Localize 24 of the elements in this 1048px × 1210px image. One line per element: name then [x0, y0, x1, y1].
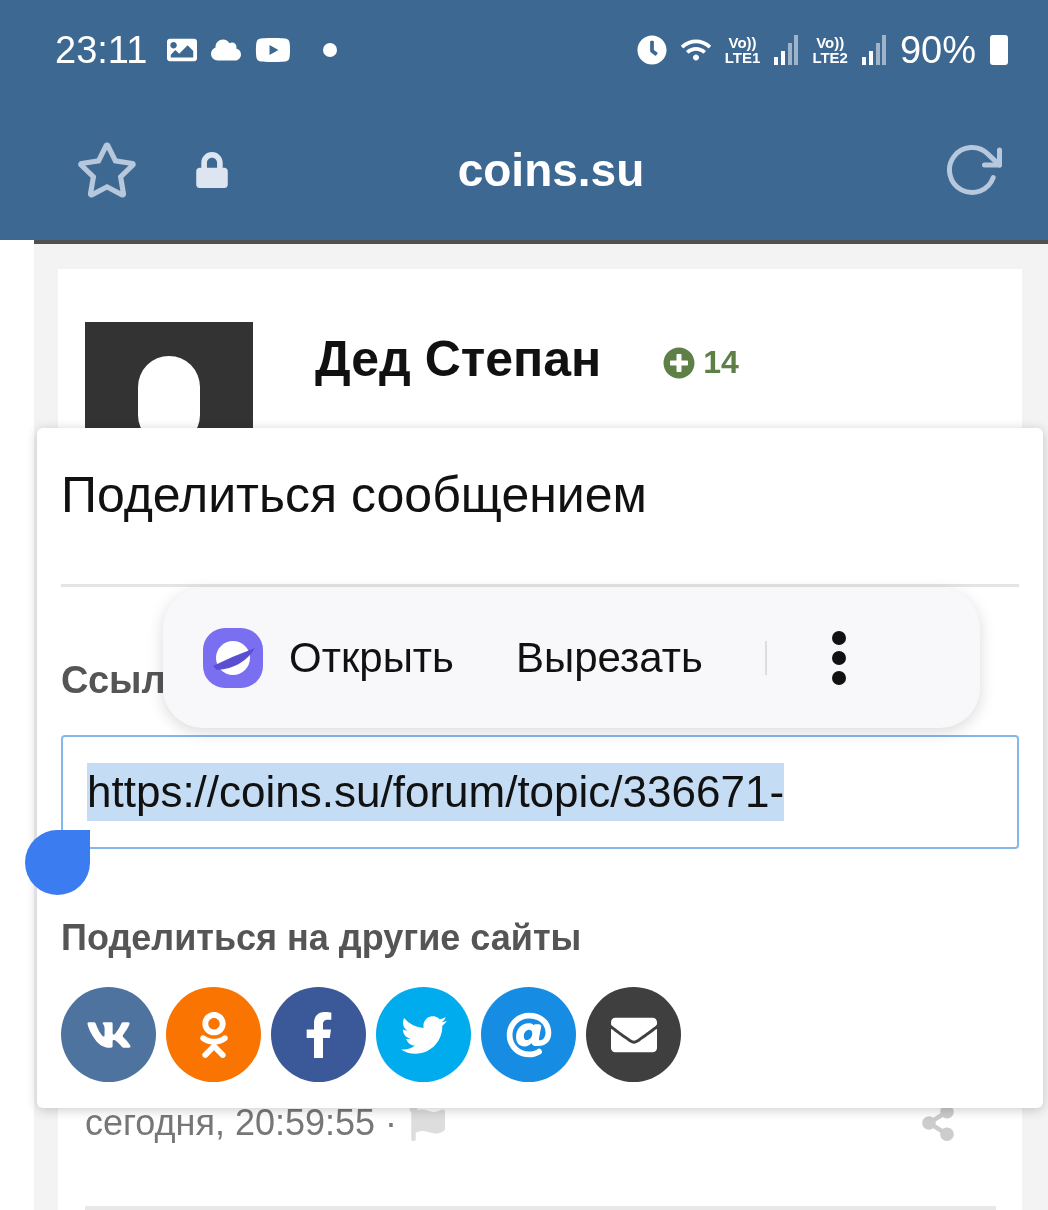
- link-label: Ссыл: [61, 659, 166, 701]
- share-icon[interactable]: [920, 1105, 956, 1141]
- site-domain[interactable]: coins.su: [230, 143, 872, 197]
- dot-icon: [323, 43, 338, 57]
- menu-item[interactable]: Вырезать: [515, 634, 703, 682]
- battery-percent: 90%: [899, 28, 976, 72]
- more-icon[interactable]: [830, 630, 847, 686]
- author-name[interactable]: Дед Степан: [315, 330, 602, 388]
- lock-icon: [194, 152, 230, 188]
- at-sign-icon: [505, 1011, 552, 1058]
- alarm-icon: [636, 35, 667, 65]
- clock-time: 23:11: [55, 28, 148, 72]
- network-label: Vo)) LTE2: [812, 35, 848, 65]
- reputation-count: 14: [663, 344, 739, 381]
- browser-icon: [203, 628, 263, 688]
- network-label: Vo)) LTE1: [724, 35, 761, 65]
- share-sites-label: Поделиться на другие сайты: [61, 917, 583, 959]
- signal-icon: [861, 35, 886, 65]
- menu-item[interactable]: Открыть: [203, 628, 454, 688]
- battery-icon: [990, 35, 1008, 65]
- link-field[interactable]: https://coins.su/forum/topic/336671-: [61, 735, 1019, 849]
- post-date: сегодня, 20:59:55 ·: [85, 1102, 398, 1144]
- signal-icon: [774, 35, 799, 65]
- dialog-title: Поделиться сообщением: [61, 466, 648, 525]
